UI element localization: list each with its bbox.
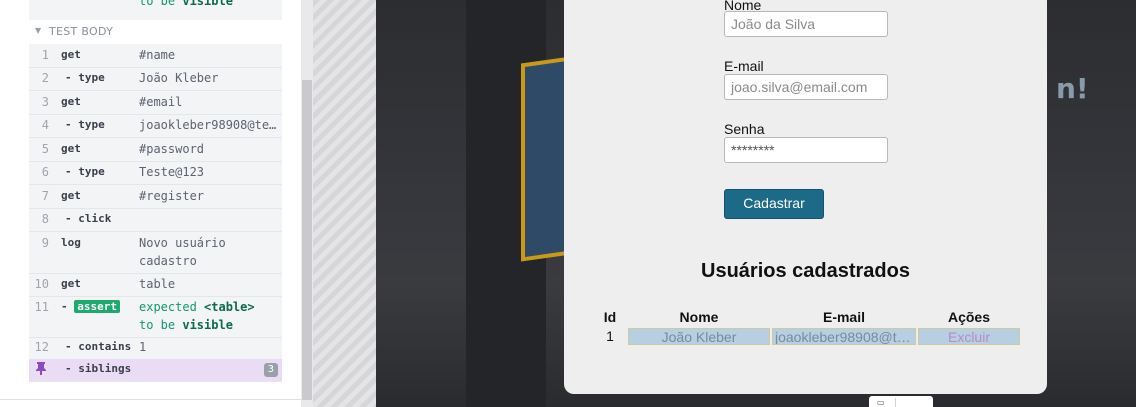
command-message: #name — [139, 48, 176, 62]
table-header-actions: Ações — [947, 309, 991, 325]
section-title: TEST BODY — [49, 25, 114, 38]
command-name: - type — [65, 165, 105, 178]
command-name: - type — [65, 118, 105, 131]
prev-to-be-text: to be — [139, 0, 176, 8]
command-number: 5 — [41, 142, 49, 156]
command-row[interactable]: 1 get #name — [29, 44, 282, 68]
password-input[interactable]: ******** — [724, 137, 888, 163]
command-name: get — [61, 95, 81, 108]
command-message: Teste@123 — [139, 165, 205, 179]
command-name: get — [61, 277, 81, 290]
command-message: #register — [139, 189, 205, 203]
name-input-placeholder: João da Silva — [731, 16, 816, 32]
table-cell-name: João Kleber — [628, 328, 770, 345]
pin-icon[interactable] — [31, 361, 51, 378]
assert-to-be-text: to be — [139, 318, 176, 332]
command-row[interactable]: 6 - type Teste@123 — [29, 161, 282, 185]
collapse-triangle-icon[interactable]: ▼ — [35, 26, 41, 35]
command-name: - contains — [65, 340, 132, 353]
app-preview: n! Nome João da Silva E-mail joao.silva@… — [376, 0, 1136, 407]
command-row[interactable]: 4 - type joaokleber98908@te… — [29, 114, 282, 138]
command-number: 3 — [41, 95, 49, 109]
command-row[interactable]: 5 get #password — [29, 138, 282, 162]
command-message: joaokleber98908@te… — [139, 118, 277, 132]
command-row[interactable]: 9 log Novo usuário cadastro — [29, 232, 282, 274]
scrollbar-thumb[interactable] — [302, 80, 312, 400]
command-message: expected <table> to be visible — [139, 298, 279, 334]
email-input-placeholder: joao.silva@email.com — [731, 79, 868, 95]
command-log: to be visible ▼ TEST BODY 1 get #name 2 … — [29, 0, 282, 382]
command-name: get — [61, 142, 81, 155]
assert-expected-text: expected — [139, 300, 197, 314]
delete-user-button[interactable]: Excluir — [918, 328, 1020, 345]
command-number: 9 — [41, 236, 49, 250]
command-number: 4 — [41, 118, 49, 132]
command-row[interactable]: 8 - click — [29, 208, 282, 232]
command-number: 1 — [41, 48, 49, 62]
command-number: 8 — [41, 212, 49, 226]
command-name: get — [61, 189, 81, 202]
previous-assert-tail: to be visible — [29, 0, 282, 12]
command-name: get — [61, 48, 81, 61]
siblings-count-badge: 3 — [263, 363, 278, 377]
command-message: João Kleber — [139, 71, 219, 85]
command-number: 6 — [41, 165, 49, 179]
command-message: #email — [139, 95, 183, 109]
command-number: 7 — [41, 189, 49, 203]
test-body-header[interactable]: ▼ TEST BODY — [29, 20, 282, 44]
command-message: #password — [139, 142, 205, 156]
viewport-toolbar[interactable]: ▭ — [869, 396, 933, 407]
command-name: - type — [65, 71, 105, 84]
command-row[interactable]: 12 - contains 1 — [29, 337, 282, 360]
users-title: Usuários cadastrados — [701, 260, 910, 282]
command-message: 1 — [139, 340, 147, 354]
command-row-assert[interactable]: 11 - assert expected <table> to be visib… — [29, 296, 282, 338]
command-number: 2 — [41, 71, 49, 85]
background-logo: n! — [1056, 72, 1089, 105]
command-row[interactable]: 10 get table — [29, 273, 282, 297]
prev-visible-text: visible — [182, 0, 233, 8]
table-header-id: Id — [603, 309, 617, 325]
command-row[interactable]: 7 get #register — [29, 185, 282, 209]
command-row[interactable]: 2 - type João Kleber — [29, 67, 282, 91]
table-header-name: Nome — [679, 309, 719, 325]
command-row[interactable]: 3 get #email — [29, 91, 282, 115]
assert-visible-text: visible — [182, 318, 233, 332]
command-name: - click — [65, 212, 112, 225]
email-label: E-mail — [724, 58, 764, 74]
table-header-email: E-mail — [822, 309, 865, 325]
register-card: Nome João da Silva E-mail joao.silva@ema… — [564, 0, 1047, 394]
password-input-value: ******** — [731, 142, 775, 158]
viewport-margin — [313, 0, 376, 407]
assert-badge: assert — [74, 300, 120, 313]
command-row-pinned[interactable]: - siblings 3 — [29, 359, 282, 382]
table-cell-id: 1 — [606, 328, 614, 344]
panel-divider — [0, 399, 301, 400]
register-button[interactable]: Cadastrar — [724, 189, 824, 219]
table-cell-email: joaokleber98908@t… — [772, 328, 916, 345]
command-name: - siblings — [65, 362, 132, 375]
password-label: Senha — [724, 121, 765, 137]
command-message: Novo usuário cadastro — [139, 236, 226, 268]
command-number: 11 — [34, 300, 49, 314]
command-message: table — [139, 277, 176, 291]
command-name: log — [61, 236, 81, 249]
name-input[interactable]: João da Silva — [724, 11, 888, 37]
command-number: 10 — [34, 277, 49, 291]
assert-tag-text: <table> — [204, 300, 255, 314]
command-log-panel: to be visible ▼ TEST BODY 1 get #name 2 … — [0, 0, 301, 407]
command-number: 12 — [34, 340, 49, 354]
email-input[interactable]: joao.silva@email.com — [724, 74, 888, 100]
screenshot-icon[interactable]: ▭ — [877, 398, 896, 407]
